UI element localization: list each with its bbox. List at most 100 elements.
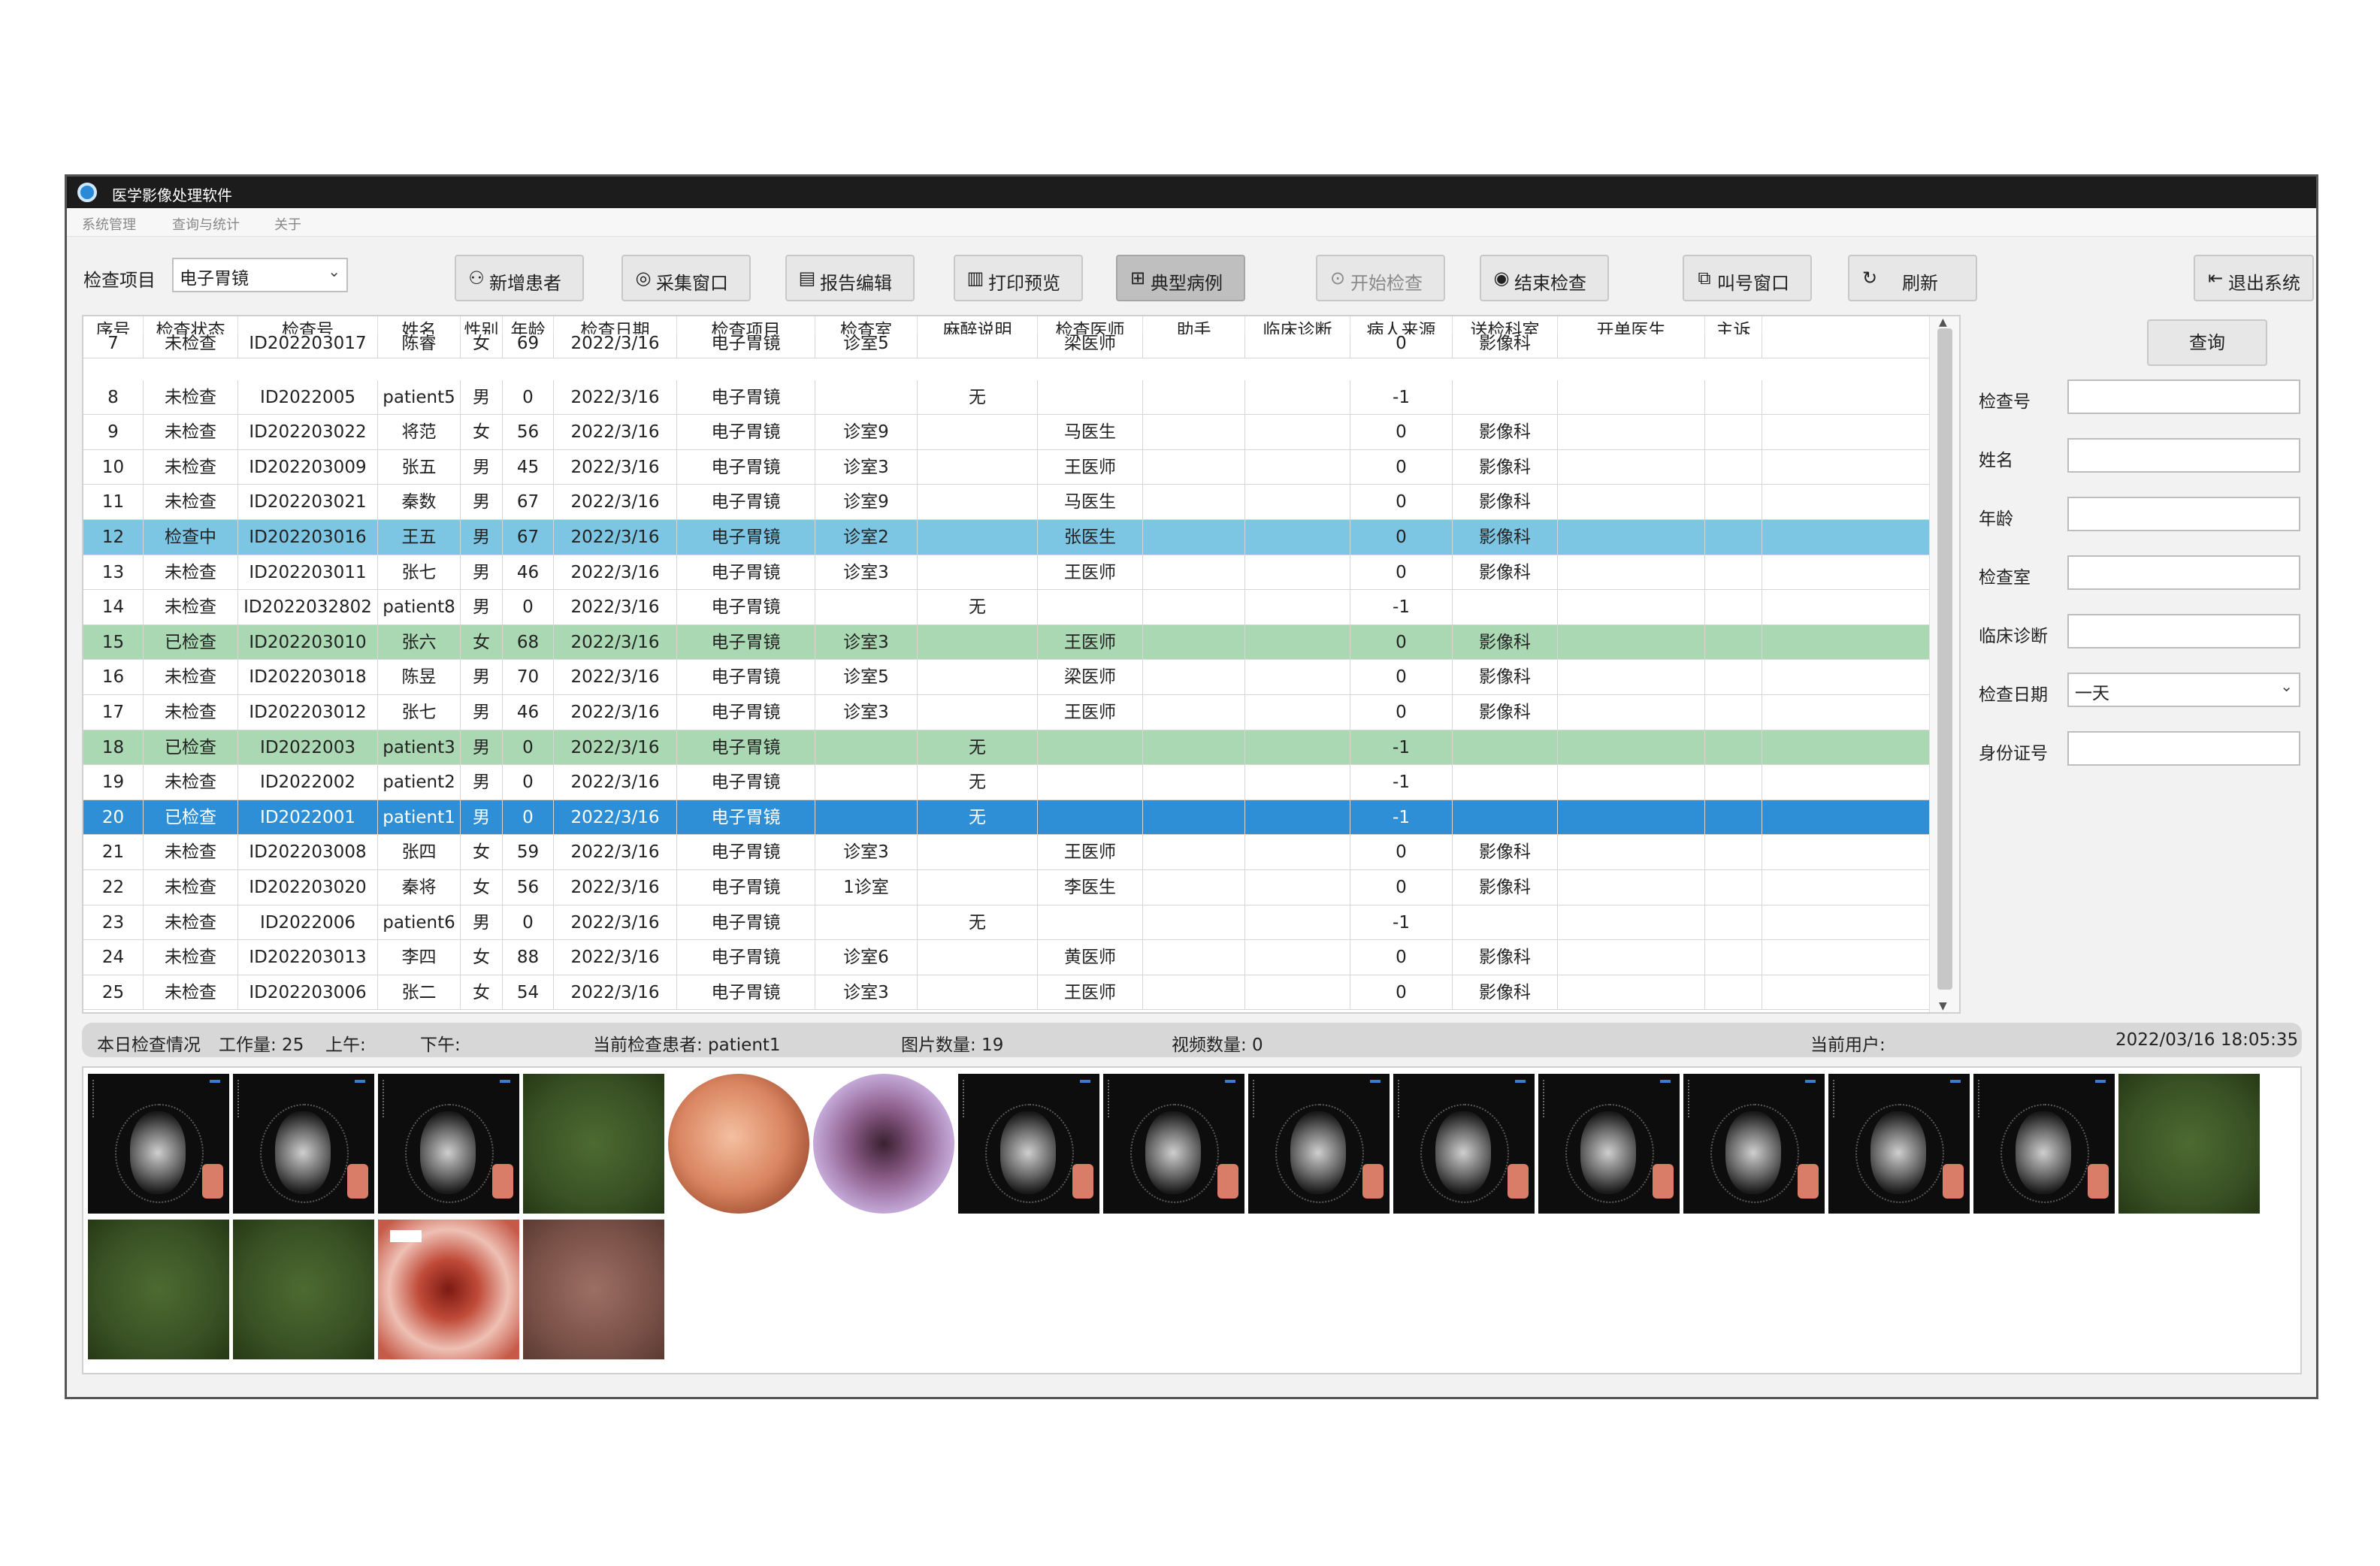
search-diagnosis-input[interactable] xyxy=(2067,614,2300,648)
gallery-thumbnail[interactable] xyxy=(523,1220,664,1359)
gallery-thumbnail[interactable] xyxy=(1828,1074,1970,1214)
gallery-thumbnail[interactable] xyxy=(233,1220,374,1359)
gallery-thumbnail[interactable] xyxy=(1538,1074,1680,1214)
start-exam-button[interactable]: ⊙ 开始检查 xyxy=(1316,255,1445,301)
gallery-thumbnail[interactable] xyxy=(1103,1074,1244,1214)
cell-col-doctor xyxy=(1038,590,1143,625)
table-row[interactable]: 18 已检查 ID2022003 patient3 男 0 2022/3/16 电子胃镜 无 -1 xyxy=(83,730,1932,766)
table-row[interactable]: 20 已检查 ID2022001 patient1 男 0 2022/3/16 电子胃镜 无 -1 xyxy=(83,800,1932,836)
end-exam-button[interactable]: ◉ 结束检查 xyxy=(1480,255,1609,301)
cell-col-exam-no: ID2022006 xyxy=(238,905,378,940)
cell-col-dept xyxy=(1453,379,1558,415)
table-scrollbar[interactable]: ▲ ▼ xyxy=(1929,316,1959,1012)
table-row[interactable]: 9 未检查 ID202203022 将范女 56 2022/3/16 电子胃镜 诊室9 马医生 0… xyxy=(83,415,1932,450)
menu-system[interactable]: 系统管理 xyxy=(82,214,136,234)
table-row[interactable]: 10 未检查 ID202203009 张五男 45 2022/3/16 电子胃镜 诊室3 王医师… xyxy=(83,449,1932,485)
search-id-card-input[interactable] xyxy=(2067,731,2300,766)
scrollbar-thumb[interactable] xyxy=(1937,328,1952,990)
print-preview-button[interactable]: ▥ 打印预览 xyxy=(954,255,1083,301)
capture-window-button[interactable]: ◎ 采集窗口 xyxy=(621,255,751,301)
table-row[interactable]: 23 未检查 ID2022006 patient6 男 0 2022/3/16 电子胃镜 无 -1 xyxy=(83,905,1932,941)
gallery-thumbnail[interactable] xyxy=(1973,1074,2115,1214)
table-row[interactable]: 13 未检查 ID202203011 张七男 46 2022/3/16 电子胃镜 诊室3 王医师… xyxy=(83,555,1932,591)
exam-item-value: 电子胃镜 xyxy=(180,269,249,289)
table-row[interactable]: 14 未检查 ID2022032802 patient8 男 0 2022/3/16 电子胃镜… xyxy=(83,590,1932,625)
cell-col-order-doctor xyxy=(1558,730,1705,765)
table-row[interactable]: 7 未检查 ID202203017 陈睿女 69 2022/3/16 电子胃镜 诊室5 梁医师 0… xyxy=(83,334,1932,358)
cell-col-gender: 男 xyxy=(461,695,503,730)
table-row[interactable]: 22 未检查 ID202203020 秦将女 56 2022/3/16 电子胃镜 1诊室 李医生… xyxy=(83,870,1932,905)
table-row[interactable]: 12 检查中 ID202203016 王五男 67 2022/3/16 电子胃镜 诊室2 张医生… xyxy=(83,520,1932,555)
gallery-thumbnail[interactable] xyxy=(1683,1074,1825,1214)
cell-col-complaint xyxy=(1705,695,1762,730)
cell-col-status: 未检查 xyxy=(144,379,238,415)
table-row[interactable]: 15 已检查 ID202203010 张六女 68 2022/3/16 电子胃镜 诊室3 王医师… xyxy=(83,624,1932,661)
report-edit-button[interactable]: ▤ 报告编辑 xyxy=(785,255,915,301)
search-age-input[interactable] xyxy=(2067,497,2300,531)
cell-col-doctor xyxy=(1038,905,1143,940)
cell-col-diagnosis xyxy=(1245,379,1350,415)
exit-system-button[interactable]: ⇤ 退出系统 xyxy=(2194,255,2314,301)
table-row[interactable]: 11 未检查 ID202203021 秦数男 67 2022/3/16 电子胃镜 诊室9 马医生… xyxy=(83,485,1932,520)
table-row[interactable]: 8 未检查 ID2022005 patient5 男 0 2022/3/16 电子胃镜 无 -1 xyxy=(83,379,1932,416)
search-exam-no-input[interactable] xyxy=(2067,379,2300,414)
refresh-button[interactable]: ↻ 刷新 xyxy=(1848,255,1977,301)
cell-col-order-doctor xyxy=(1558,765,1705,800)
menu-query[interactable]: 查询与统计 xyxy=(172,214,240,234)
cell-col-name: 将范 xyxy=(378,415,461,450)
cell-col-assistant xyxy=(1143,520,1245,555)
cell-col-index: 20 xyxy=(83,800,144,835)
stop-icon: ◉ xyxy=(1493,268,1510,289)
table-row[interactable]: 16 未检查 ID202203018 陈昱男 70 2022/3/16 电子胃镜 诊室5 梁医师… xyxy=(83,660,1932,695)
gallery-thumbnail[interactable] xyxy=(378,1220,519,1359)
exam-item-select[interactable]: 电子胃镜 ⌄ xyxy=(172,258,348,292)
ultrasound-small xyxy=(1653,1164,1674,1199)
menu-about[interactable]: 关于 xyxy=(274,214,301,234)
table-row[interactable]: 21 未检查 ID202203008 张四女 59 2022/3/16 电子胃镜 诊室3 王医师… xyxy=(83,835,1932,870)
cell-col-order-doctor xyxy=(1558,695,1705,730)
cell-col-room: 诊室6 xyxy=(815,940,918,975)
table-row[interactable]: 25 未检查 ID202203006 张二女 54 2022/3/16 电子胃镜 诊室3 王医师… xyxy=(83,975,1932,1011)
cell-col-anesthesia xyxy=(918,415,1038,450)
cell-col-order-doctor xyxy=(1558,449,1705,485)
typical-case-button[interactable]: ⊞ 典型病例 xyxy=(1116,255,1245,301)
cell-col-anesthesia xyxy=(918,449,1038,485)
gallery-thumbnail[interactable] xyxy=(1393,1074,1535,1214)
search-room-input[interactable] xyxy=(2067,555,2300,590)
search-date-select[interactable]: 一天 ⌄ xyxy=(2067,673,2300,707)
search-name-input[interactable] xyxy=(2067,438,2300,473)
cell-col-assistant xyxy=(1143,415,1245,450)
cell-col-diagnosis xyxy=(1245,905,1350,940)
cell-col-dept: 影像科 xyxy=(1453,624,1558,660)
gallery-thumbnail[interactable] xyxy=(668,1074,809,1214)
gallery-thumbnail[interactable] xyxy=(958,1074,1099,1214)
add-patient-button[interactable]: ⚇ 新增患者 xyxy=(455,255,584,301)
cell-col-dept: 影像科 xyxy=(1453,485,1558,520)
cell-col-anesthesia xyxy=(918,660,1038,695)
table-row[interactable]: 19 未检查 ID2022002 patient2 男 0 2022/3/16 电子胃镜 无 -1 xyxy=(83,765,1932,800)
ultrasound-blob xyxy=(275,1111,331,1194)
window-title: 医学影像处理软件 xyxy=(112,186,232,204)
gallery-thumbnail[interactable] xyxy=(378,1074,519,1214)
gallery-thumbnail[interactable] xyxy=(1248,1074,1390,1214)
table-row[interactable]: 17 未检查 ID202203012 张七男 46 2022/3/16 电子胃镜 诊室3 王医师… xyxy=(83,695,1932,730)
cell-col-exam-no: ID202203012 xyxy=(238,695,378,730)
gallery-thumbnail[interactable] xyxy=(2118,1074,2260,1214)
cell-col-order-doctor xyxy=(1558,520,1705,555)
gallery-thumbnail[interactable] xyxy=(88,1074,229,1214)
call-window-button[interactable]: ⧉ 叫号窗口 xyxy=(1683,255,1812,301)
table-row[interactable]: 24 未检查 ID202203013 李四女 88 2022/3/16 电子胃镜 诊室6 黄医师… xyxy=(83,940,1932,975)
cell-col-exam-no: ID2022002 xyxy=(238,765,378,800)
gallery-thumbnail[interactable] xyxy=(233,1074,374,1214)
scroll-up-icon[interactable]: ▲ xyxy=(1939,316,1947,328)
scroll-down-icon[interactable]: ▼ xyxy=(1939,1000,1947,1012)
query-button[interactable]: 查询 xyxy=(2147,319,2267,366)
cell-col-index: 21 xyxy=(83,835,144,870)
gallery-thumbnail[interactable] xyxy=(88,1220,229,1359)
cell-col-dept: 影像科 xyxy=(1453,870,1558,905)
cell-col-anesthesia: 无 xyxy=(918,379,1038,415)
gallery-thumbnail[interactable] xyxy=(813,1074,954,1214)
search-label-id-card: 身份证号 xyxy=(1979,744,2048,763)
gallery-thumbnail[interactable] xyxy=(523,1074,664,1214)
cell-col-assistant xyxy=(1143,940,1245,975)
